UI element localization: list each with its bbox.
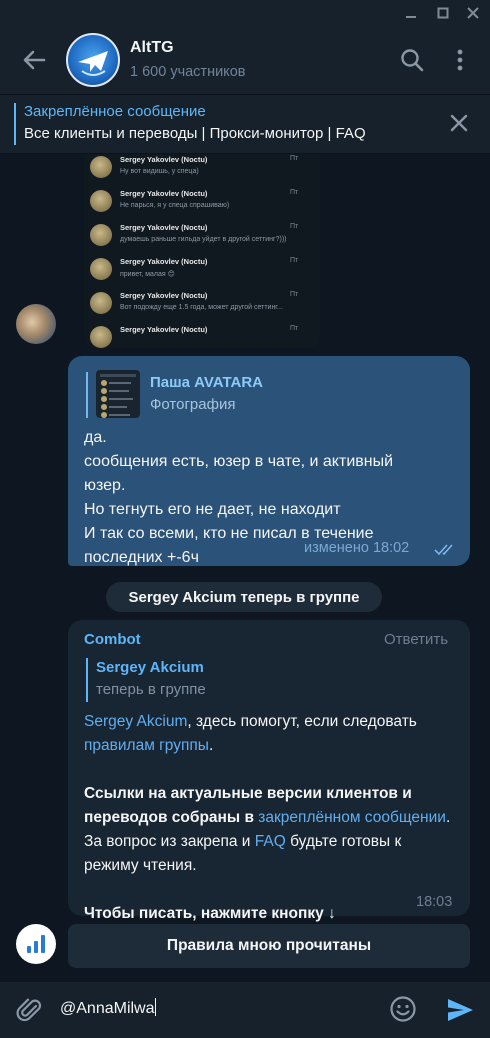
preview-name: Sergey Yakovlev (Noctu) [120, 189, 208, 198]
preview-row: Sergey Yakovlev (Noctu) Пт привет, малая… [84, 256, 320, 288]
preview-avatar [90, 326, 112, 348]
emoji-icon[interactable] [388, 994, 418, 1024]
chat-title[interactable]: AltTG [130, 39, 174, 57]
minimize-icon[interactable] [396, 0, 426, 26]
reply-author[interactable]: Sergey Akcium [96, 659, 204, 676]
reply-accent-bar [86, 372, 88, 418]
message-paragraph: Sergey Akcium, здесь помогут, если следо… [84, 710, 460, 758]
close-pinned-icon[interactable] [446, 110, 472, 136]
message-line: юзер. [84, 477, 126, 494]
preview-message: думаешь раньше гильда уйдет в другой сет… [120, 236, 287, 243]
message-line: да. [84, 429, 107, 446]
photo-attachment[interactable]: Sergey Yakovlev (Noctu) Пт Ну вот видишь… [84, 154, 320, 348]
message-paragraph: Чтобы писать, нажмите кнопку ↓ [84, 905, 336, 922]
preview-time: Пт [290, 155, 299, 162]
preview-message: Ну вот видишь, у спеца) [120, 168, 199, 175]
preview-message: Вот подожду еще 1.5 года, может другой с… [120, 304, 283, 311]
preview-row: Sergey Yakovlev (Noctu) Пт [84, 324, 320, 348]
close-icon[interactable] [458, 0, 488, 26]
input-value: @AnnaMilwa [60, 1000, 155, 1017]
preview-avatar [90, 258, 112, 280]
outgoing-message[interactable]: Паша AVATARA Фотография да. сообщения ес… [68, 356, 470, 566]
preview-avatar [90, 292, 112, 314]
sender-name[interactable]: Combot [84, 631, 141, 648]
bot-avatar[interactable] [16, 924, 56, 964]
message-line: сообщения есть, юзер в чате, и активный [84, 453, 394, 470]
maximize-icon[interactable] [428, 0, 458, 26]
preview-row: Sergey Yakovlev (Noctu) Пт Ну вот видишь… [84, 154, 320, 186]
inline-keyboard-button[interactable]: Правила мною прочитаны [68, 924, 470, 968]
reply-button[interactable]: Ответить [384, 631, 448, 648]
preview-row: Sergey Yakovlev (Noctu) Пт Вот подожду е… [84, 290, 320, 322]
double-check-icon [434, 543, 460, 557]
sender-avatar[interactable] [16, 304, 56, 344]
text-caret [154, 998, 156, 1016]
message-timestamp: изменено 18:02 [304, 540, 410, 556]
reply-preview: Фотография [150, 396, 236, 413]
preview-time: Пт [290, 189, 299, 196]
preview-avatar [90, 224, 112, 246]
send-icon[interactable] [444, 994, 476, 1026]
preview-name: Sergey Yakovlev (Noctu) [120, 257, 208, 266]
chat-header: AltTG 1 600 участников [0, 26, 490, 94]
preview-name: Sergey Yakovlev (Noctu) [120, 223, 208, 232]
message-text: Sergey Akcium, здесь помогут, если следо… [84, 710, 460, 926]
preview-name: Sergey Yakovlev (Noctu) [120, 325, 208, 334]
reply-thumbnail [96, 370, 140, 418]
incoming-message[interactable]: Combot Ответить Sergey Akcium теперь в г… [68, 620, 470, 922]
rules-link[interactable]: правилам группы [84, 737, 209, 754]
preview-name: Sergey Yakovlev (Noctu) [120, 155, 208, 164]
more-vertical-icon[interactable] [446, 46, 474, 74]
reply-preview: теперь в группе [96, 681, 206, 698]
pinned-title: Закреплённое сообщение [24, 103, 206, 120]
preview-row: Sergey Yakovlev (Noctu) Пт думаешь раньш… [84, 222, 320, 254]
preview-avatar [90, 190, 112, 212]
message-timestamp: 18:03 [416, 894, 453, 910]
back-arrow-icon[interactable] [18, 44, 50, 76]
message-list[interactable]: Sergey Yakovlev (Noctu) Пт Ну вот видишь… [0, 154, 490, 972]
preview-time: Пт [290, 291, 299, 298]
preview-name: Sergey Yakovlev (Noctu) [120, 291, 208, 300]
preview-time: Пт [290, 223, 299, 230]
text-span: , здесь помогут, если следовать [187, 713, 417, 730]
pinned-text: Все клиенты и переводы | Прокси-монитор … [24, 125, 366, 142]
preview-avatar [90, 156, 112, 178]
preview-time: Пт [290, 257, 299, 264]
pinned-message-bar[interactable]: Закреплённое сообщение Все клиенты и пер… [0, 94, 490, 154]
channel-avatar[interactable] [66, 33, 120, 87]
preview-time: Пт [290, 325, 299, 332]
search-icon[interactable] [398, 46, 426, 74]
reply-accent-bar [86, 658, 88, 702]
member-count: 1 600 участников [130, 64, 246, 80]
mention-link[interactable]: Sergey Akcium [84, 713, 187, 730]
faq-link[interactable]: FAQ [255, 833, 286, 850]
service-message: Sergey Akcium теперь в группе [106, 582, 382, 612]
attach-icon[interactable] [14, 994, 46, 1026]
message-line: Но тегнуть его не дает, не находит [84, 501, 341, 518]
message-input[interactable]: @AnnaMilwa [60, 998, 360, 1018]
preview-row: Sergey Yakovlev (Noctu) Пт Не парься, я … [84, 188, 320, 220]
pinned-accent-bar [14, 103, 16, 145]
pinned-message-link[interactable]: закреплённом сообщении [258, 809, 446, 826]
message-paragraph: Ссылки на актуальные версии клиентов и п… [84, 782, 460, 878]
preview-message: Не парься, я у спеца спрашиваю) [120, 202, 230, 209]
window-titlebar [0, 0, 490, 26]
preview-message: привет, малая 😊 [120, 271, 175, 278]
reply-author[interactable]: Паша AVATARA [150, 374, 263, 391]
text-span: . [208, 737, 214, 754]
message-composer: @AnnaMilwa [0, 982, 490, 1038]
